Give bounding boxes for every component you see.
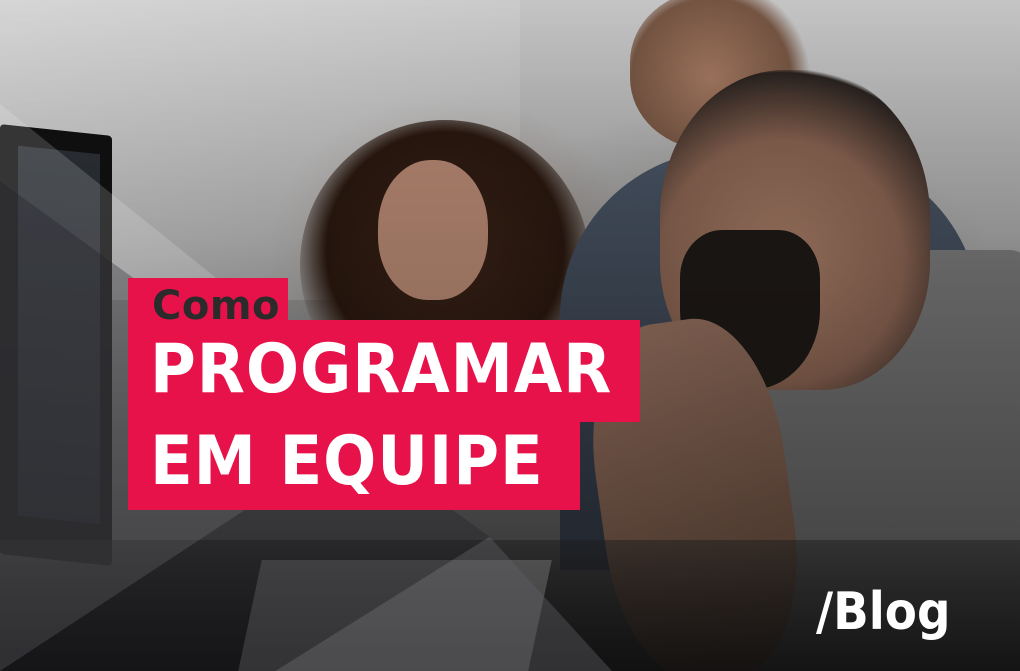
- title-line-programar: PROGRAMAR: [150, 330, 613, 409]
- title-line-em-equipe: EM EQUIPE: [150, 422, 544, 501]
- title-line-como: Como: [152, 283, 280, 329]
- blog-tag: /Blog: [816, 582, 951, 642]
